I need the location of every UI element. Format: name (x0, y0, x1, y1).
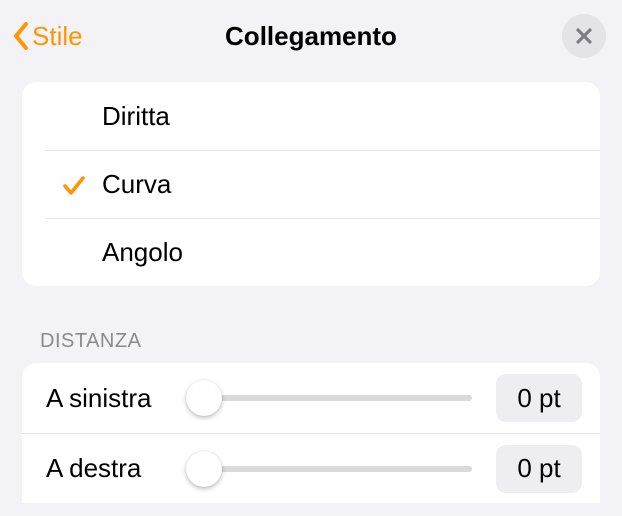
line-type-option-angolo[interactable]: Angolo (46, 218, 600, 286)
checkmark-icon (46, 171, 102, 199)
distance-row-right: A destra 0 pt (22, 433, 600, 503)
distance-group: A sinistra 0 pt A destra 0 pt (22, 363, 600, 503)
distance-left-label: A sinistra (46, 383, 186, 414)
line-type-option-curva[interactable]: Curva (46, 150, 600, 218)
distance-section-header: DISTANZA (40, 330, 582, 353)
distance-left-value[interactable]: 0 pt (496, 374, 582, 422)
back-button[interactable]: Stile (12, 0, 83, 72)
distance-right-slider-wrap (186, 451, 478, 487)
close-icon (574, 26, 594, 46)
header: Stile Collegamento (0, 0, 622, 72)
line-type-option-diritta[interactable]: Diritta (22, 82, 600, 150)
line-type-label: Angolo (102, 237, 183, 268)
line-type-list: Diritta Curva Angolo (22, 82, 600, 286)
distance-right-value[interactable]: 0 pt (496, 445, 582, 493)
distance-left-slider[interactable] (186, 380, 472, 416)
line-type-label: Curva (102, 169, 171, 200)
chevron-left-icon (12, 21, 30, 51)
close-button[interactable] (562, 14, 606, 58)
distance-row-left: A sinistra 0 pt (22, 363, 600, 433)
distance-right-label: A destra (46, 453, 186, 484)
distance-left-slider-wrap (186, 380, 478, 416)
back-label: Stile (32, 21, 83, 52)
distance-right-slider[interactable] (186, 451, 472, 487)
line-type-label: Diritta (102, 101, 170, 132)
page-title: Collegamento (225, 21, 397, 52)
